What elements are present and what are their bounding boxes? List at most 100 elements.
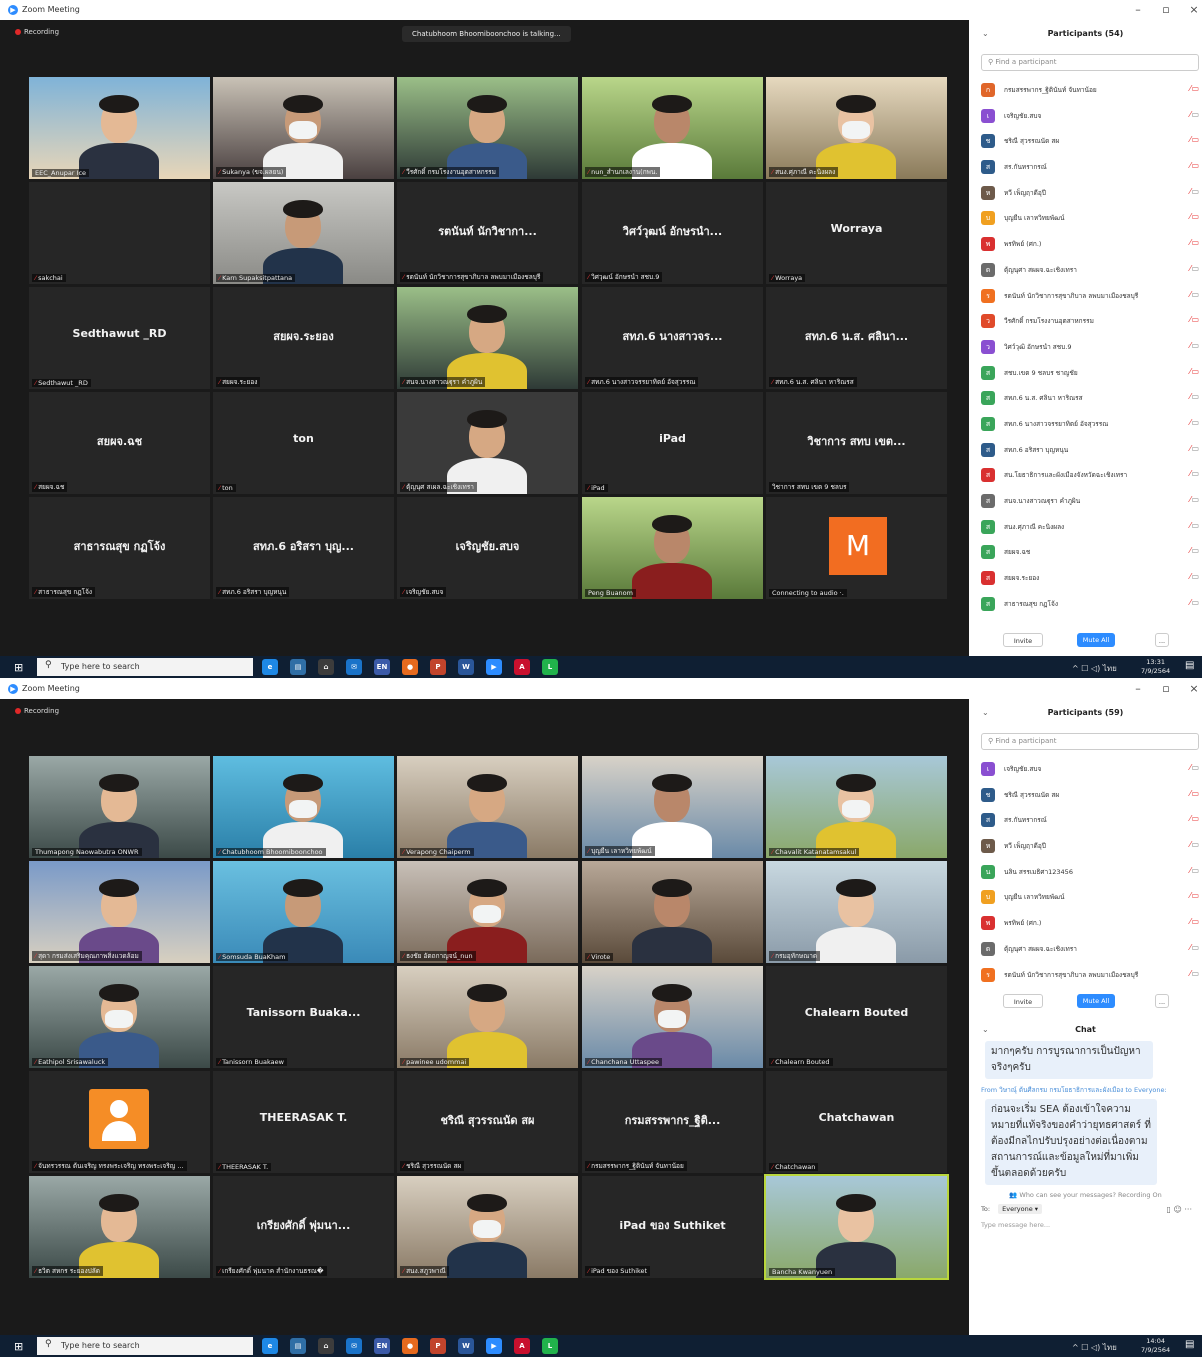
video-icon[interactable]: ▭: [1191, 444, 1199, 453]
clock[interactable]: 13:31 7/9/2564: [1141, 658, 1170, 676]
acrobat-icon[interactable]: A: [514, 659, 530, 675]
video-off-icon[interactable]: ▭: [1191, 891, 1199, 900]
video-tile[interactable]: ⁄ sakchai: [29, 182, 210, 284]
participant-row[interactable]: พพรทิพย์ (ศก.) ⁄ ▭: [981, 233, 1199, 259]
recipient-dropdown[interactable]: Everyone ▾: [998, 1204, 1043, 1214]
video-tile[interactable]: ⁄ จันทรวรรณ ต้นเจริญ ทรงพระเจริญ ทรงพระเจ…: [29, 1071, 210, 1173]
participant-search-input[interactable]: ⚲ Find a participant: [981, 54, 1199, 71]
language-icon[interactable]: EN: [374, 659, 390, 675]
video-tile[interactable]: Worraya ⁄ Worraya: [766, 182, 947, 284]
video-tile[interactable]: ⁄ กรมอุทักษณาด: [766, 861, 947, 963]
network-icon[interactable]: ☐: [1081, 664, 1088, 673]
taskbar-search-input[interactable]: ⚲ Type here to search: [37, 658, 253, 676]
participant-row[interactable]: สสร.กันทรากรณ์ ⁄ ▭: [981, 809, 1199, 835]
video-icon[interactable]: ▭: [1191, 392, 1199, 401]
participant-row[interactable]: สสชบ.เขต 9 ชลบร ชาญชัย ⁄ ▭: [981, 362, 1199, 388]
participant-row[interactable]: เเจริญชัย.สบจ ⁄ ▭: [981, 105, 1199, 131]
video-off-icon[interactable]: ▭: [1191, 238, 1199, 247]
participant-row[interactable]: สสาธารณสุข กฏโจ้ง ⁄ ▭: [981, 593, 1199, 619]
video-off-icon[interactable]: ▭: [1191, 367, 1199, 376]
participant-row[interactable]: บบุญยืน เลาหวิทยพัฒน์ ⁄ ▭: [981, 886, 1199, 912]
video-tile[interactable]: สาธารณสุข กฏโจ้ง ⁄ สาธารณสุข กฏโจ้ง: [29, 497, 210, 599]
video-tile[interactable]: ⁄ ธวิต สหกร ระยองปลัด: [29, 1176, 210, 1278]
edge-icon[interactable]: e: [262, 659, 278, 675]
tray-up-icon[interactable]: ^: [1072, 664, 1079, 673]
video-tile[interactable]: ⁄ Virote: [582, 861, 763, 963]
powerpoint-icon[interactable]: P: [430, 1338, 446, 1354]
word-icon[interactable]: W: [458, 1338, 474, 1354]
powerpoint-icon[interactable]: P: [430, 659, 446, 675]
video-icon[interactable]: ▭: [1191, 290, 1199, 299]
video-tile[interactable]: ⁄ pawinee udommai: [397, 966, 578, 1068]
video-tile[interactable]: ⁄ Chatubhoom Bhoomiboonchoo: [213, 756, 394, 858]
video-off-icon[interactable]: ▭: [1191, 161, 1199, 170]
video-icon[interactable]: ▭: [1191, 866, 1199, 875]
video-off-icon[interactable]: ▭: [1191, 212, 1199, 221]
video-icon[interactable]: ▭: [1191, 110, 1199, 119]
video-tile[interactable]: รตนันท์ นักวิชากา... ⁄ รตนันท์ นักวิชาการส…: [397, 182, 578, 284]
video-tile[interactable]: ⁄ วีรศักดิ์ กรมโรงงานอุตสาหกรรม: [397, 77, 578, 179]
video-icon[interactable]: ▭: [1191, 469, 1199, 478]
video-off-icon[interactable]: ▭: [1191, 315, 1199, 324]
store-icon[interactable]: ⌂: [318, 659, 334, 675]
chat-input[interactable]: Type message here...: [981, 1221, 1202, 1229]
video-tile[interactable]: ⁄ สนง.ศุภาณี คะนิงผลง: [766, 77, 947, 179]
participant-row[interactable]: ร รตนันท์ นักวิชาการสุขาภิบาล ลพบมาเมืองช…: [981, 285, 1199, 311]
participant-row[interactable]: สสนง.ศุภาณี คะนิงผลง ⁄ ▭: [981, 516, 1199, 542]
clock[interactable]: 14:04 7/9/2564: [1141, 1337, 1170, 1355]
video-tile[interactable]: ⁄ ธงชัย อัตถกาญจน์_nun: [397, 861, 578, 963]
video-icon[interactable]: ▭: [1191, 495, 1199, 504]
participant-row[interactable]: สสนจ.นางสาวณฐุรา คำภูผิน ⁄ ▭: [981, 490, 1199, 516]
participant-row[interactable]: หหวี เพ็ญฤาดีอุปี ⁄ ▭: [981, 835, 1199, 861]
participant-row[interactable]: นนลิน สรรเมธิศา123456 ⁄ ▭: [981, 861, 1199, 887]
video-icon[interactable]: ▭: [1191, 521, 1199, 530]
participant-row[interactable]: พพรทิพย์ (ศก.) ⁄ ▭: [981, 912, 1199, 938]
participant-row[interactable]: กกรมสรรพากร_ฐิตินันท์ จันทาน้อย ⁄ ▭: [981, 79, 1199, 105]
mail-icon[interactable]: ✉: [346, 659, 362, 675]
minimize-button[interactable]: –: [1130, 682, 1146, 695]
chat-chevron-icon[interactable]: ⌄: [982, 1025, 989, 1034]
video-off-icon[interactable]: ▭: [1191, 789, 1199, 798]
language-icon[interactable]: EN: [374, 1338, 390, 1354]
video-tile[interactable]: iPad ของ Suthiket ⁄ iPad ของ Suthiket: [582, 1176, 763, 1278]
taskbar-search-input[interactable]: ⚲ Type here to search: [37, 1337, 253, 1355]
firefox-icon[interactable]: ●: [402, 1338, 418, 1354]
video-icon[interactable]: ▭: [1191, 943, 1199, 952]
video-tile[interactable]: ⁄ Eathipol Srisawaluck: [29, 966, 210, 1068]
video-tile[interactable]: กรมสรรพากร_ฐิติ... ⁄ กรมสรรพากร_ฐิตินันท์ …: [582, 1071, 763, 1173]
video-icon[interactable]: ▭: [1191, 969, 1199, 978]
invite-button[interactable]: Invite: [1003, 633, 1043, 647]
notification-icon[interactable]: ▤: [1185, 1339, 1194, 1350]
participant-row[interactable]: ชชริณี สุวรรณนัด สผ ⁄ ▭: [981, 130, 1199, 156]
video-tile[interactable]: สยผจ.ฉช ⁄ สยผจ.ฉช: [29, 392, 210, 494]
video-icon[interactable]: ▭: [1191, 572, 1199, 581]
minimize-button[interactable]: –: [1130, 3, 1146, 16]
notification-icon[interactable]: ▤: [1185, 660, 1194, 671]
video-icon[interactable]: ▭: [1191, 264, 1199, 273]
video-icon[interactable]: ▭: [1191, 763, 1199, 772]
more-button[interactable]: ...: [1155, 633, 1169, 647]
video-tile[interactable]: iPad ⁄ iPad: [582, 392, 763, 494]
close-button[interactable]: ×: [1186, 682, 1202, 695]
video-icon[interactable]: ▭: [1191, 598, 1199, 607]
video-icon[interactable]: ▭: [1191, 840, 1199, 849]
video-tile[interactable]: ⁄ บุญยืน เลาหวิทยพัฒน์: [582, 756, 763, 858]
video-tile[interactable]: ⁄ สนง.สภูวพาณี: [397, 1176, 578, 1278]
participant-row[interactable]: ตตุ้ญนุศา สผผจ.ฉะเชิงเทรา ⁄ ▭: [981, 938, 1199, 964]
video-tile[interactable]: ⁄ สุดา กรมส่งเสริมคุณภาพสิ่งแวดล้อม: [29, 861, 210, 963]
participant-row[interactable]: สสยผจ.ฉช ⁄ ▭: [981, 541, 1199, 567]
participant-row[interactable]: ร รตนันท์ นักวิชาการสุขาภิบาล ลพบมาเมืองช…: [981, 964, 1199, 990]
participant-row[interactable]: สสร.กันทรากรณ์ ⁄ ▭: [981, 156, 1199, 182]
video-icon[interactable]: ▭: [1191, 418, 1199, 427]
participant-row[interactable]: ส สน.โยธาธิการและผังเมืองจังหวัดฉะเชิงเทร…: [981, 464, 1199, 490]
video-tile[interactable]: ⁄ Somsuda BuaKham: [213, 861, 394, 963]
participant-row[interactable]: หหวี เพ็ญฤาดีอุปี ⁄ ▭: [981, 182, 1199, 208]
participant-row[interactable]: ชชริณี สุวรรณนัด สผ ⁄ ▭: [981, 784, 1199, 810]
invite-button[interactable]: Invite: [1003, 994, 1043, 1008]
close-button[interactable]: ×: [1186, 3, 1202, 16]
maximize-button[interactable]: ▫: [1158, 682, 1174, 695]
participant-row[interactable]: บบุญยืน เลาหวิทยพัฒน์ ⁄ ▭: [981, 207, 1199, 233]
video-tile[interactable]: สทภ.6 น.ส. ศลินา... ⁄ สทภ.6 น.ส. ศลินา หาร…: [766, 287, 947, 389]
video-tile[interactable]: Tanissorn Buaka... ⁄ Tanissorn Buakaew: [213, 966, 394, 1068]
zoom-taskbar-icon[interactable]: ▶: [486, 659, 502, 675]
